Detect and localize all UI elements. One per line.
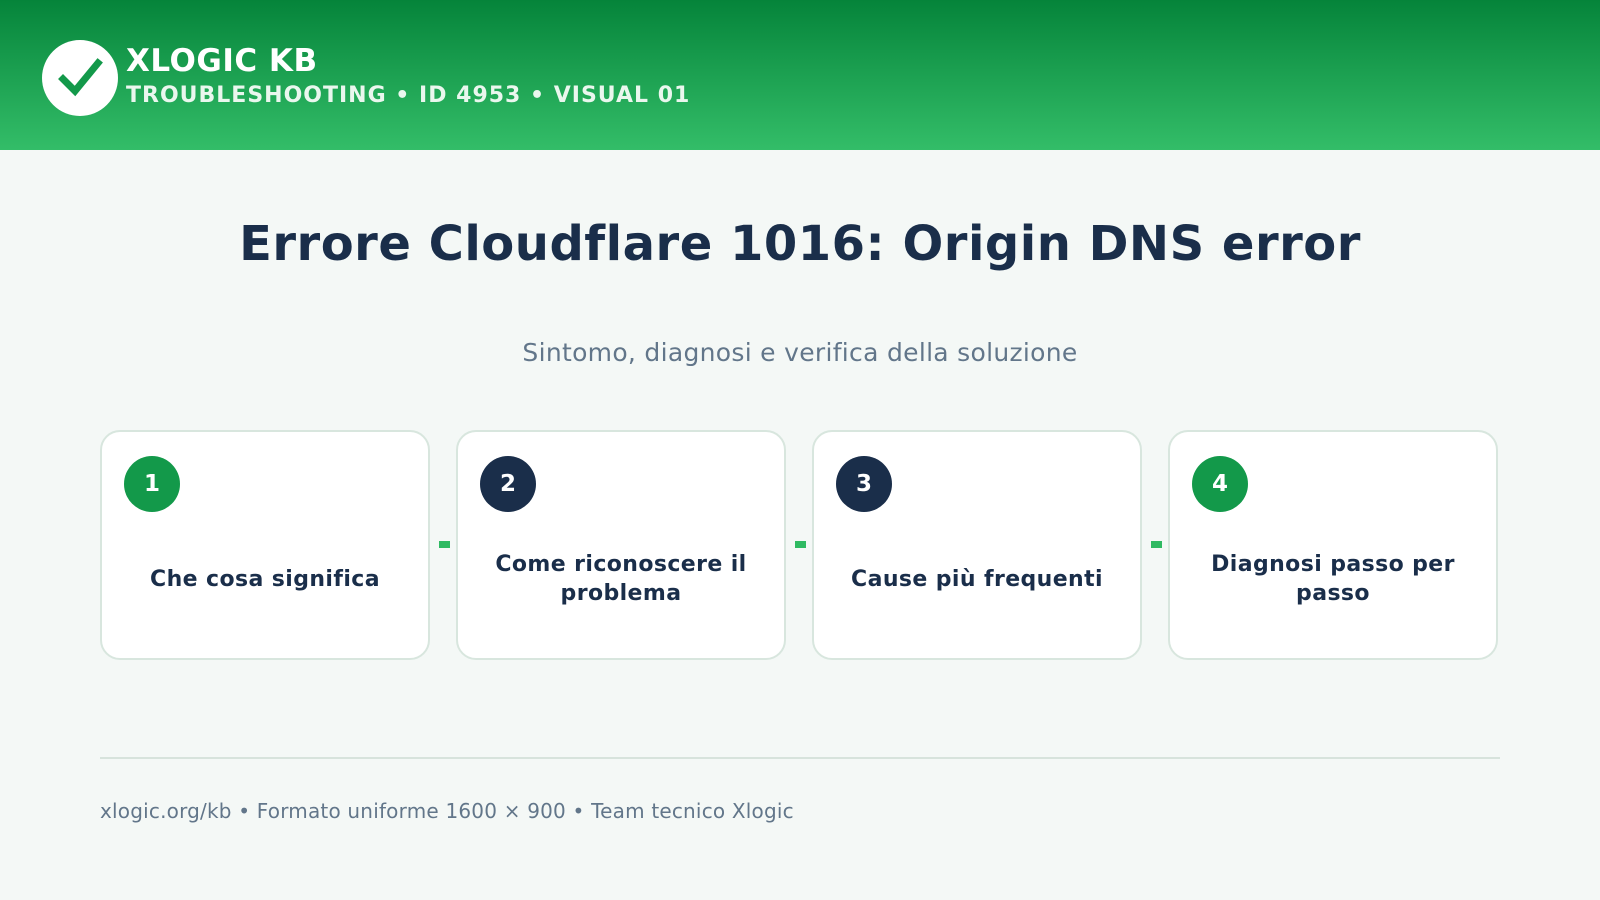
- footer-divider: [100, 757, 1500, 759]
- step-number-badge: 1: [124, 456, 180, 512]
- step-label: Cause più frequenti: [851, 566, 1103, 592]
- footer-text: xlogic.org/kb • Formato uniforme 1600 × …: [100, 799, 794, 823]
- step-connector: [439, 541, 450, 548]
- step-connector: [795, 541, 806, 548]
- logo-badge: [42, 40, 118, 116]
- step-number-badge: 2: [480, 456, 536, 512]
- step-connector: [1151, 541, 1162, 548]
- step-number-badge: 3: [836, 456, 892, 512]
- brand-subtitle: TROUBLESHOOTING • ID 4953 • VISUAL 01: [126, 83, 691, 108]
- brand-title: XLOGIC KB: [126, 43, 318, 79]
- step-card-1: 1 Che cosa significa: [100, 430, 430, 660]
- header-banner: XLOGIC KB TROUBLESHOOTING • ID 4953 • VI…: [0, 0, 1600, 150]
- step-card-3: 3 Cause più frequenti: [812, 430, 1142, 660]
- page-subtitle: Sintomo, diagnosi e verifica della soluz…: [522, 338, 1078, 367]
- step-card-2: 2 Come riconoscere il problema: [456, 430, 786, 660]
- step-label: Diagnosi passo per passo: [1211, 552, 1455, 606]
- step-label: Che cosa significa: [150, 566, 380, 592]
- steps-row: 1 Che cosa significa 2 Come riconoscere …: [100, 430, 1500, 660]
- step-number-badge: 4: [1192, 456, 1248, 512]
- step-card-4: 4 Diagnosi passo per passo: [1168, 430, 1498, 660]
- page-title: Errore Cloudflare 1016: Origin DNS error: [239, 216, 1361, 272]
- step-label: Come riconoscere il problema: [495, 552, 747, 606]
- check-icon: [58, 58, 103, 97]
